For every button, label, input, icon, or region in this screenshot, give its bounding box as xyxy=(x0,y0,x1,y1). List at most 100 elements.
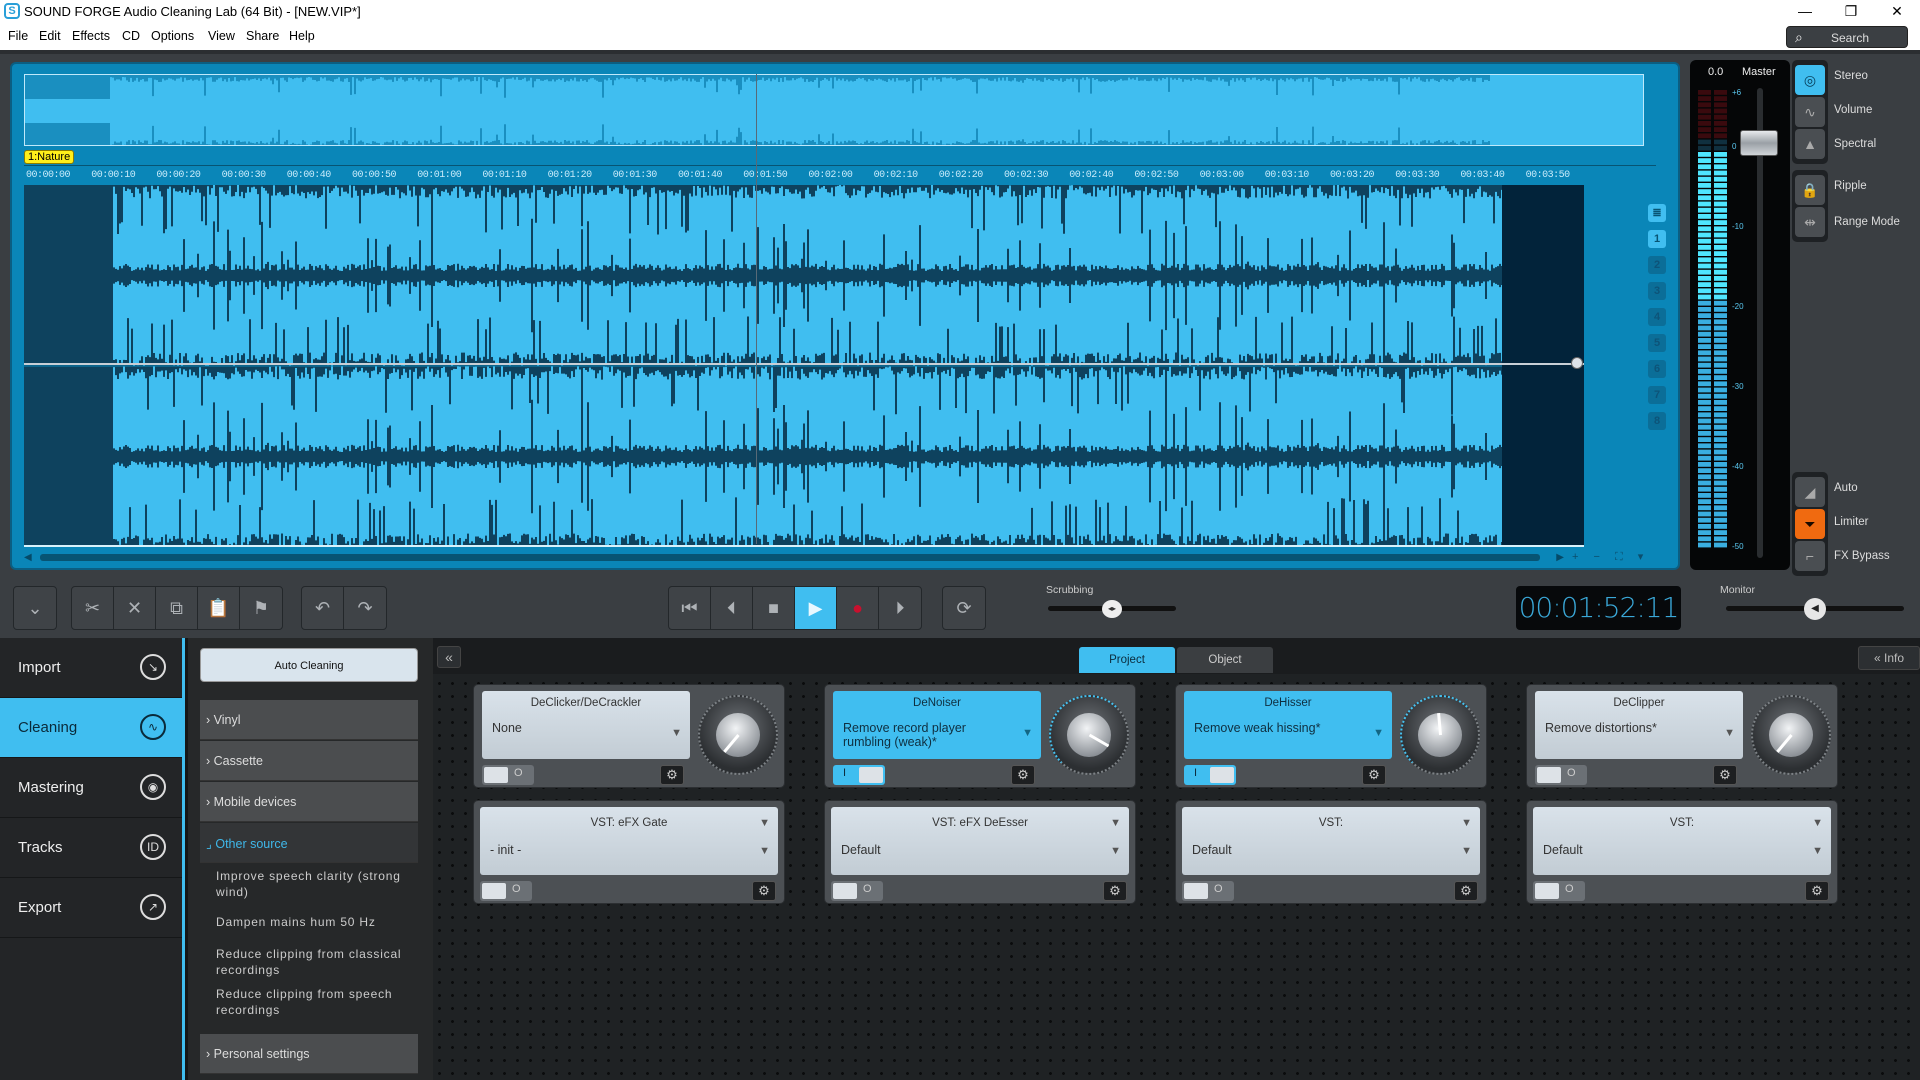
redo-icon[interactable]: ↷ xyxy=(344,587,386,629)
scroll-thumb[interactable] xyxy=(40,554,1540,561)
preset-item[interactable]: Reduce clipping from speech recordings xyxy=(216,986,416,1018)
vst-dropdown[interactable]: VST: eFX DeEsser ▼ Default ▼ xyxy=(831,807,1129,875)
horizontal-scrollbar[interactable]: ◀ ▶ xyxy=(24,552,1564,563)
auto-ramp-icon[interactable]: ◢ xyxy=(1795,477,1825,507)
go-to-start-icon[interactable]: ⏮ xyxy=(669,587,711,629)
gear-icon[interactable]: ⚙ xyxy=(1362,765,1386,785)
gear-icon[interactable]: ⚙ xyxy=(1805,881,1829,901)
preset-item[interactable]: Improve speech clarity (strong wind) xyxy=(216,868,416,900)
next-icon[interactable]: ⏵ xyxy=(879,587,921,629)
effect-toggle[interactable]: O xyxy=(482,765,534,785)
info-button[interactable]: « Info xyxy=(1858,646,1920,670)
volume-envelope[interactable] xyxy=(24,363,1584,365)
time-ruler[interactable]: 00:00:00 00:00:10 00:00:20 00:00:30 00:00:40… xyxy=(24,165,1656,185)
track-button-5[interactable]: 5 xyxy=(1648,334,1666,352)
nav-item-import[interactable]: Import ↘ xyxy=(0,638,182,698)
dropdown-arrow-icon[interactable]: ▼ xyxy=(759,845,770,857)
dropdown-arrow-icon[interactable]: ▼ xyxy=(1812,817,1823,829)
intensity-knob[interactable] xyxy=(1400,695,1480,775)
minimize-button[interactable]: — xyxy=(1782,0,1828,24)
preset-dropdown[interactable]: DeNoiser Remove record player rumbling (w… xyxy=(833,691,1041,759)
dropdown-arrow-icon[interactable]: ▼ xyxy=(759,817,770,829)
stop-icon[interactable]: ■ xyxy=(753,587,795,629)
gear-icon[interactable]: ⚙ xyxy=(1103,881,1127,901)
dropdown-arrow-icon[interactable]: ▼ xyxy=(1110,845,1121,857)
vst-dropdown[interactable]: VST: ▼ Default ▼ xyxy=(1533,807,1831,875)
track-button-8[interactable]: 8 xyxy=(1648,412,1666,430)
menu-edit[interactable]: Edit xyxy=(39,29,61,43)
record-icon[interactable]: ● xyxy=(837,587,879,629)
close-button[interactable]: ✕ xyxy=(1874,0,1920,24)
cut-icon[interactable]: ✂ xyxy=(72,587,114,629)
collapse-down-icon[interactable]: ⌄ xyxy=(14,587,56,629)
marker-flag-icon[interactable]: ⚑ xyxy=(240,587,282,629)
menu-effects[interactable]: Effects xyxy=(72,29,110,43)
menu-cd[interactable]: CD xyxy=(122,29,140,43)
track-button-6[interactable]: 6 xyxy=(1648,360,1666,378)
menu-help[interactable]: Help xyxy=(289,29,315,43)
preset-category-cassette[interactable]: › Cassette xyxy=(200,741,418,781)
nav-item-mastering[interactable]: Mastering ◉ xyxy=(0,758,182,818)
intensity-knob[interactable] xyxy=(1751,695,1831,775)
tab-project[interactable]: Project xyxy=(1079,647,1175,673)
preset-category-vinyl[interactable]: › Vinyl xyxy=(200,700,418,740)
vst-toggle[interactable]: O xyxy=(831,881,883,901)
master-fader-track[interactable] xyxy=(1757,88,1763,558)
gear-icon[interactable]: ⚙ xyxy=(1713,765,1737,785)
effect-toggle[interactable]: I xyxy=(1184,765,1236,785)
main-waveform[interactable] xyxy=(24,185,1584,547)
intensity-knob[interactable] xyxy=(1049,695,1129,775)
range-mode-icon[interactable]: ⇹ xyxy=(1795,207,1825,237)
fx-bypass-icon[interactable]: ⌐ xyxy=(1795,541,1825,571)
scrubbing-handle[interactable]: ◂▸ xyxy=(1102,600,1122,618)
gear-icon[interactable]: ⚙ xyxy=(1011,765,1035,785)
menu-options[interactable]: Options xyxy=(151,29,194,43)
effect-toggle[interactable]: I xyxy=(833,765,885,785)
track-button-7[interactable]: 7 xyxy=(1648,386,1666,404)
track-button-1[interactable]: 1 xyxy=(1648,230,1666,248)
monitor-speaker-handle[interactable]: ◀ xyxy=(1804,598,1826,620)
master-fader-handle[interactable] xyxy=(1740,130,1778,156)
envelope-handle[interactable] xyxy=(1571,357,1583,369)
previous-icon[interactable]: ⏴ xyxy=(711,587,753,629)
undo-icon[interactable]: ↶ xyxy=(302,587,344,629)
menu-file[interactable]: File xyxy=(8,29,28,43)
track-button-4[interactable]: 4 xyxy=(1648,308,1666,326)
menu-share[interactable]: Share xyxy=(246,29,279,43)
stereo-icon[interactable]: ◎ xyxy=(1795,65,1825,95)
preset-dropdown[interactable]: DeClicker/DeCrackler None ▼ xyxy=(482,691,690,759)
vst-toggle[interactable]: O xyxy=(480,881,532,901)
gear-icon[interactable]: ⚙ xyxy=(1454,881,1478,901)
volume-curve-icon[interactable]: ∿ xyxy=(1795,97,1825,127)
track-button-2[interactable]: 2 xyxy=(1648,256,1666,274)
vst-dropdown[interactable]: VST: eFX Gate ▼ - init - ▼ xyxy=(480,807,778,875)
track-list-icon[interactable]: ≣ xyxy=(1648,204,1666,222)
nav-item-cleaning[interactable]: Cleaning ∿ xyxy=(0,698,182,758)
preset-category-other-source[interactable]: ⌟ Other source xyxy=(200,823,418,863)
effect-toggle[interactable]: O xyxy=(1535,765,1587,785)
preset-item[interactable]: Reduce clipping from classical recording… xyxy=(216,946,416,978)
preset-dropdown[interactable]: DeClipper Remove distortions* ▼ xyxy=(1535,691,1743,759)
scroll-left-icon[interactable]: ◀ xyxy=(24,552,32,563)
search-box[interactable]: ⌕ Search xyxy=(1786,26,1908,48)
tab-object[interactable]: Object xyxy=(1177,647,1273,673)
copy-icon[interactable]: ⧉ xyxy=(156,587,198,629)
track-button-3[interactable]: 3 xyxy=(1648,282,1666,300)
loop-icon[interactable]: ⟳ xyxy=(943,587,985,629)
restore-button[interactable]: ❐ xyxy=(1828,0,1874,24)
dropdown-arrow-icon[interactable]: ▼ xyxy=(1461,845,1472,857)
zoom-fit-button[interactable]: ⛶ xyxy=(1615,551,1623,563)
limiter-icon[interactable]: ⏷ xyxy=(1795,509,1825,539)
lock-icon[interactable]: 🔒 xyxy=(1795,175,1825,205)
scroll-right-icon[interactable]: ▶ xyxy=(1556,552,1564,563)
nav-item-export[interactable]: Export ↗ xyxy=(0,878,182,938)
intensity-knob[interactable] xyxy=(698,695,778,775)
menu-view[interactable]: View xyxy=(208,29,235,43)
dropdown-arrow-icon[interactable]: ▼ xyxy=(1812,845,1823,857)
zoom-menu-button[interactable]: ▾ xyxy=(1638,551,1644,563)
auto-cleaning-button[interactable]: Auto Cleaning xyxy=(200,648,418,682)
preset-dropdown[interactable]: DeHisser Remove weak hissing* ▼ xyxy=(1184,691,1392,759)
spectral-icon[interactable]: ▲ xyxy=(1795,129,1825,159)
paste-icon[interactable]: 📋 xyxy=(198,587,240,629)
nav-item-tracks[interactable]: Tracks ID xyxy=(0,818,182,878)
